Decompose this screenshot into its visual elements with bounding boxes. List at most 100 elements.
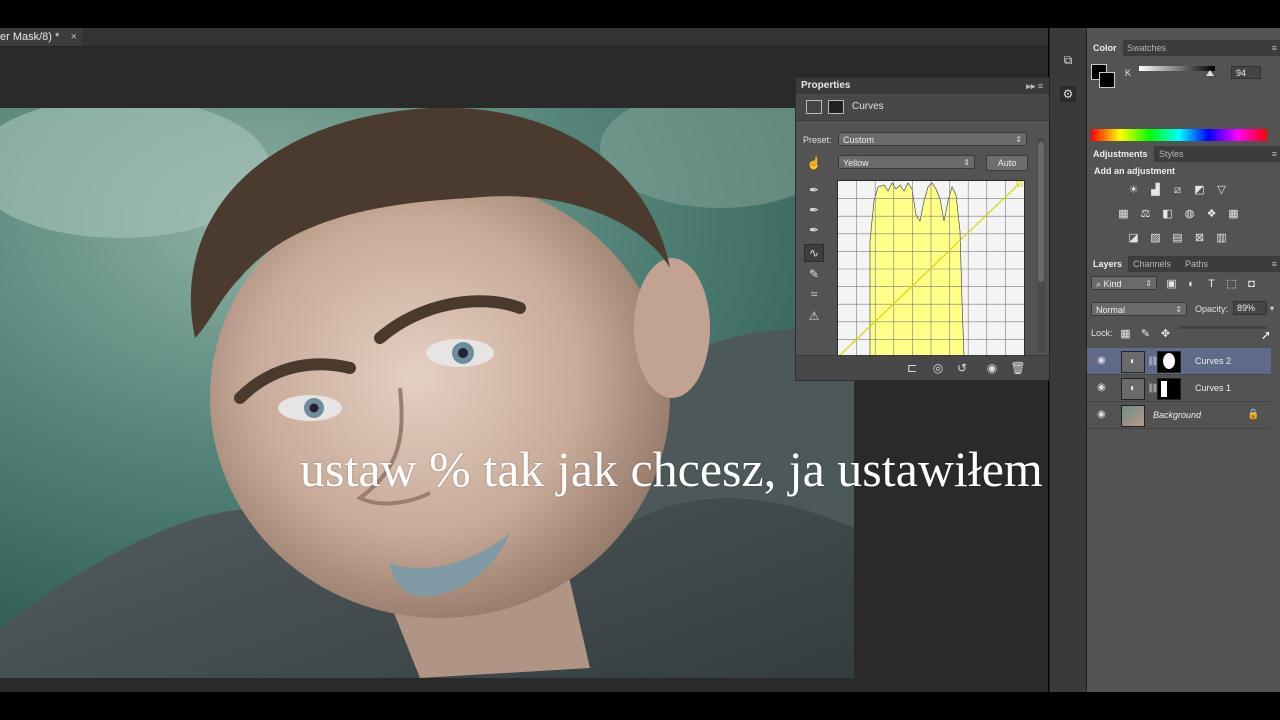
blend-mode-dropdown[interactable]: Normal ⇕ — [1091, 302, 1187, 316]
gradient-map-icon[interactable]: ▥ — [1215, 232, 1228, 244]
search-icon: ⌕ — [1096, 279, 1104, 289]
curves-graph-svg — [837, 180, 1024, 358]
lock-label: Lock: — [1091, 328, 1113, 338]
on-image-adjust-icon[interactable]: ☝ — [806, 155, 822, 171]
k-channel-label: K — [1125, 68, 1132, 78]
k-value-field[interactable]: 94 — [1231, 66, 1261, 79]
lock-pixels-icon[interactable]: ✎ — [1139, 328, 1152, 340]
document-tab-bar — [82, 28, 1048, 47]
portrait-image — [0, 108, 854, 678]
view-previous-state-icon[interactable]: ◎ — [930, 360, 946, 376]
clip-to-layer-icon[interactable]: ⊏ — [904, 360, 920, 376]
trash-icon[interactable]: 🗑 — [1010, 360, 1026, 376]
filter-pixel-icon[interactable]: ▣ — [1165, 278, 1178, 290]
layer-mask-thumbnail[interactable] — [1157, 378, 1181, 400]
visibility-eye-icon[interactable]: ◉ — [984, 360, 1000, 376]
close-tab-icon[interactable]: × — [71, 28, 77, 46]
bottom-black-bar — [0, 692, 1280, 720]
curve-point-tool-icon[interactable]: ∿ — [804, 244, 824, 262]
brightness-icon[interactable]: ☀ — [1127, 184, 1140, 196]
background-swatch[interactable] — [1099, 72, 1115, 88]
tab-channels[interactable]: Channels — [1127, 256, 1177, 272]
properties-panel-icon[interactable]: ⚙ — [1060, 86, 1076, 102]
curves-adjustment-thumbnail: ◐ — [1121, 351, 1145, 373]
lock-position-icon[interactable]: ✥ — [1159, 328, 1172, 340]
reset-icon[interactable]: ↺ — [954, 360, 970, 376]
filter-kind-value: Kind — [1103, 279, 1122, 289]
opacity-popup-slider[interactable] — [1179, 326, 1267, 329]
exposure-icon[interactable]: ◩ — [1193, 184, 1206, 196]
layer-row-background[interactable]: ◉ Background 🔒 — [1087, 402, 1271, 429]
panel-menu-icon[interactable]: ≡ — [1272, 40, 1277, 56]
auto-button[interactable]: Auto — [986, 155, 1028, 171]
lock-transparency-icon[interactable]: ▦ — [1119, 328, 1132, 340]
color-lookup-icon[interactable]: ▦ — [1227, 208, 1240, 220]
adjustment-name: Curves — [852, 101, 884, 112]
properties-footer: ⊏ ◎ ↺ ◉ 🗑 — [796, 355, 1049, 380]
visibility-eye-icon[interactable]: ◉ — [1097, 382, 1106, 393]
smooth-curve-icon[interactable]: ≈ — [806, 286, 822, 302]
photo-filter-icon[interactable]: ◍ — [1183, 208, 1196, 220]
black-point-eyedropper-icon[interactable]: ✒ — [806, 182, 822, 198]
layer-mask-thumbnail[interactable] — [1157, 351, 1181, 373]
visibility-eye-icon[interactable]: ◉ — [1097, 409, 1106, 420]
color-balance-icon[interactable]: ⚖ — [1139, 208, 1152, 220]
tab-styles[interactable]: Styles — [1153, 146, 1190, 162]
color-panel-tabs: Color Swatches ≡ — [1087, 40, 1280, 56]
curves-adjustment-icon[interactable] — [806, 100, 822, 114]
layer-mask-icon[interactable] — [828, 100, 844, 114]
tab-paths[interactable]: Paths — [1179, 256, 1214, 272]
tab-adjustments[interactable]: Adjustments — [1087, 146, 1154, 162]
gray-point-eyedropper-icon[interactable]: ✒ — [806, 202, 822, 218]
top-black-bar — [0, 0, 1280, 28]
mouse-cursor-icon: ➚ — [1261, 328, 1272, 342]
properties-title: Properties — [801, 80, 851, 91]
curves-icon[interactable]: ⧄ — [1171, 184, 1184, 196]
channel-dropdown[interactable]: Yellow ⇕ — [838, 155, 975, 169]
layer-row-curves-2[interactable]: ◉ ◐ ⛓ Curves 2 — [1087, 348, 1271, 375]
hue-saturation-icon[interactable]: ▦ — [1117, 208, 1130, 220]
filter-shape-icon[interactable]: ⬚ — [1225, 278, 1238, 290]
threshold-icon[interactable]: ▤ — [1171, 232, 1184, 244]
k-slider-handle[interactable] — [1206, 70, 1214, 76]
opacity-field[interactable]: 89% — [1233, 301, 1267, 315]
layer-name[interactable]: Curves 2 — [1195, 356, 1231, 366]
preset-dropdown[interactable]: Custom ⇕ — [838, 132, 1027, 146]
curves-graph[interactable] — [837, 180, 1025, 358]
chevron-updown-icon: ⇕ — [1175, 305, 1182, 314]
posterize-icon[interactable]: ▨ — [1149, 232, 1162, 244]
vibrance-icon[interactable]: ▽ — [1215, 184, 1228, 196]
filter-type-icon[interactable]: T — [1205, 278, 1218, 290]
properties-scroll-thumb[interactable] — [1038, 142, 1044, 282]
levels-icon[interactable]: ▟ — [1149, 184, 1162, 196]
white-point-eyedropper-icon[interactable]: ✒ — [806, 222, 822, 238]
invert-icon[interactable]: ◪ — [1127, 232, 1140, 244]
document-tab[interactable]: er Mask/8) * × — [0, 28, 82, 47]
layer-name[interactable]: Background — [1153, 410, 1201, 420]
panel-menu-icon[interactable]: ≡ — [1272, 256, 1277, 272]
color-spectrum-bar[interactable] — [1091, 129, 1267, 141]
layer-name[interactable]: Curves 1 — [1195, 383, 1231, 393]
filter-adjustment-icon[interactable]: ◐ — [1185, 278, 1198, 290]
lock-icon: 🔒 — [1247, 409, 1260, 420]
tab-swatches[interactable]: Swatches — [1121, 40, 1172, 56]
k-slider-track[interactable] — [1139, 66, 1215, 71]
opacity-dropdown-arrow[interactable]: ▾ — [1270, 304, 1274, 313]
mask-shape — [1161, 381, 1167, 397]
right-dock: Color Swatches ≡ K 94 Adjustments Styles… — [1086, 28, 1280, 692]
panel-menu-icon[interactable]: ▸▸ ≡ — [1026, 78, 1043, 94]
layer-filter-dropdown[interactable]: ⌕ Kind ⇕ — [1091, 276, 1157, 290]
layer-row-curves-1[interactable]: ◉ ◐ ⛓ Curves 1 — [1087, 375, 1271, 402]
chevron-updown-icon: ⇕ — [963, 158, 970, 167]
visibility-eye-icon[interactable]: ◉ — [1097, 355, 1106, 366]
history-panel-icon[interactable]: ⧉ — [1060, 52, 1076, 68]
tab-color[interactable]: Color — [1087, 40, 1123, 56]
channel-mixer-icon[interactable]: ❖ — [1205, 208, 1218, 220]
pencil-tool-icon[interactable]: ✎ — [806, 266, 822, 282]
panel-menu-icon[interactable]: ≡ — [1272, 146, 1277, 162]
filter-smart-object-icon[interactable]: ◘ — [1245, 278, 1258, 290]
tab-layers[interactable]: Layers — [1087, 256, 1129, 272]
black-white-icon[interactable]: ◧ — [1161, 208, 1174, 220]
selective-color-icon[interactable]: ⊠ — [1193, 232, 1206, 244]
clipping-warning-icon[interactable]: ⚠ — [804, 308, 824, 324]
